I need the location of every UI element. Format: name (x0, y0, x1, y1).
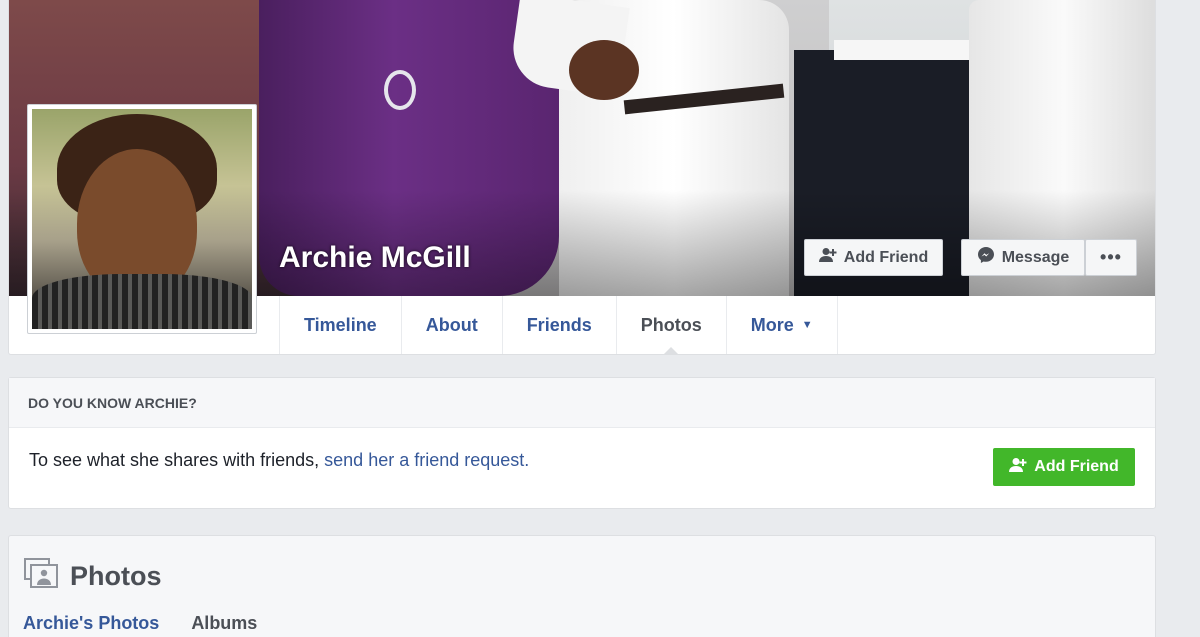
photos-heading: Photos (24, 558, 162, 595)
do-you-know-title: DO YOU KNOW ARCHIE? (9, 378, 1155, 428)
tab-timeline[interactable]: Timeline (280, 296, 402, 354)
tab-label: More (750, 314, 794, 335)
tab-label: Photos (640, 314, 702, 335)
message-button[interactable]: Message (961, 239, 1085, 276)
add-friend-label: Add Friend (843, 248, 929, 266)
message-label: Message (1001, 248, 1070, 266)
more-options-icon: ••• (1100, 247, 1122, 267)
photos-icon (24, 558, 58, 595)
add-friend-green-label: Add Friend (1034, 458, 1119, 475)
tab-label: Friends (526, 314, 592, 335)
chevron-down-icon: ▼ (801, 319, 813, 331)
tab-more[interactable]: More ▼ (727, 296, 838, 354)
profile-nav-tabs: Timeline About Friends Photos More ▼ (279, 296, 838, 354)
add-friend-icon (818, 247, 837, 268)
photos-title: Photos (70, 561, 162, 591)
cover-photo-buckle (384, 70, 416, 110)
profile-name[interactable]: Archie McGill (279, 241, 471, 275)
photos-section: Photos Archie's Photos Albums (8, 535, 1156, 637)
tab-albums[interactable]: Albums (191, 613, 257, 634)
tab-photos[interactable]: Photos (617, 296, 727, 354)
tab-archies-photos[interactable]: Archie's Photos (23, 613, 159, 634)
messenger-icon (977, 246, 995, 269)
do-you-know-text: To see what she shares with friends, (29, 450, 325, 470)
tab-friends[interactable]: Friends (503, 296, 617, 354)
cover-photo-tablecloth (834, 40, 984, 60)
cover-photo-hand (569, 40, 639, 100)
add-friend-button[interactable]: Add Friend (804, 239, 943, 276)
avatar-shirt (32, 274, 252, 329)
add-friend-green-button[interactable]: Add Friend (993, 448, 1135, 486)
friend-request-link[interactable]: send her a friend request. (324, 450, 529, 470)
do-you-know-body: To see what she shares with friends, sen… (9, 428, 1155, 508)
profile-picture[interactable] (27, 104, 257, 334)
add-friend-icon (1009, 457, 1027, 478)
tab-label: Timeline (304, 314, 377, 335)
more-options-button[interactable]: ••• (1085, 239, 1137, 276)
avatar (32, 109, 252, 329)
photos-tabs: Archie's Photos Albums (23, 613, 257, 634)
do-you-know-card: DO YOU KNOW ARCHIE? To see what she shar… (8, 377, 1156, 509)
tab-about[interactable]: About (402, 296, 503, 354)
tab-label: About (425, 314, 478, 335)
